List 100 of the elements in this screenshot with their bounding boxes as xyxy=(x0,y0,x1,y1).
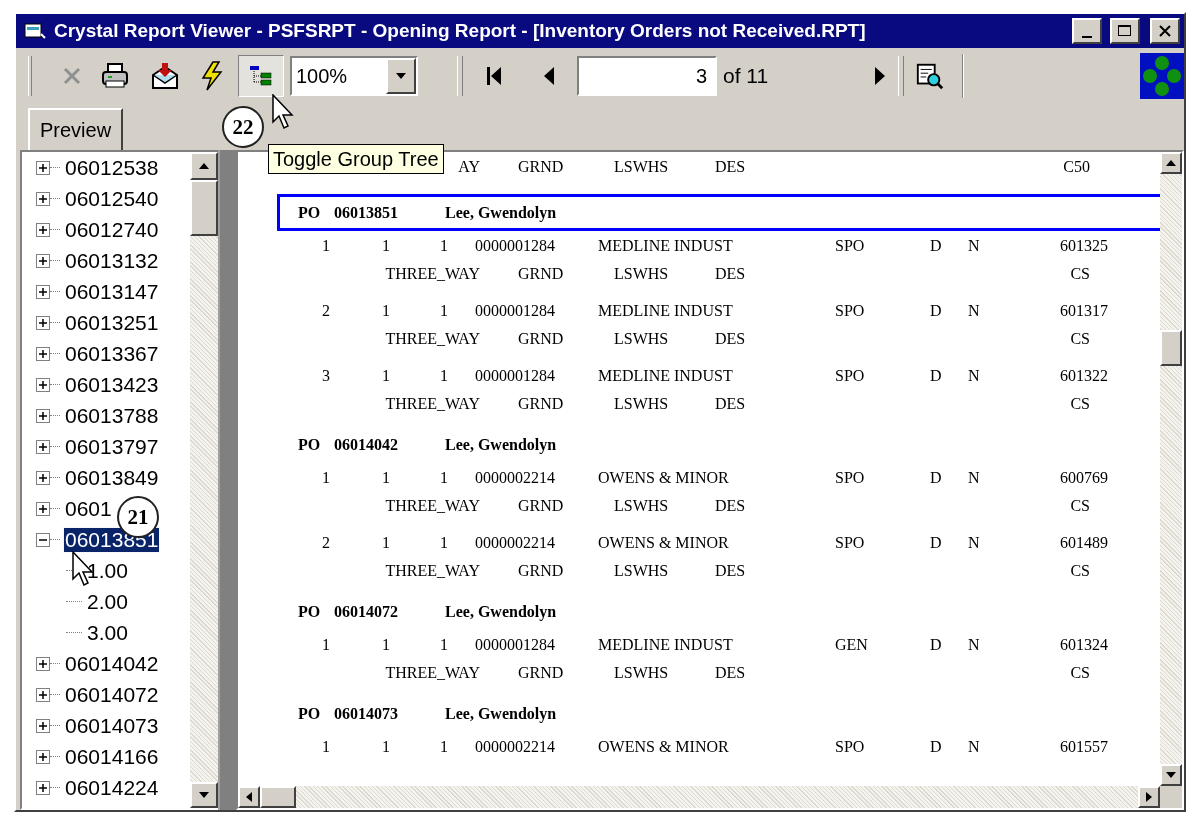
report-cell: THREE_WAY xyxy=(385,562,480,580)
expand-icon[interactable] xyxy=(36,408,50,423)
report-cell: D xyxy=(930,534,942,552)
scroll-up-button[interactable] xyxy=(190,152,218,180)
tree-item[interactable]: 2.00 xyxy=(86,589,129,614)
report-cell: 0000002214 xyxy=(475,469,555,487)
report-cell: DES xyxy=(715,158,746,176)
maximize-button[interactable] xyxy=(1110,18,1140,44)
report-cell: DES xyxy=(715,395,746,413)
tree-item[interactable]: 06012740 xyxy=(64,217,160,242)
report-cell: N xyxy=(968,237,980,255)
scroll-down-button[interactable] xyxy=(190,782,218,808)
report-cell: 601324 xyxy=(1060,636,1108,654)
report-cell: D xyxy=(930,469,942,487)
report-cell: 1 xyxy=(382,636,390,654)
minimize-icon xyxy=(1082,36,1092,38)
scroll-down-button[interactable] xyxy=(1160,764,1182,786)
tree-item[interactable]: 06014072 xyxy=(64,682,160,707)
buyer-name: Lee, Gwendolyn xyxy=(445,203,558,222)
scroll-up-button[interactable] xyxy=(1160,152,1182,174)
report-cell: D xyxy=(930,237,942,255)
expand-icon[interactable] xyxy=(36,780,50,795)
expand-icon[interactable] xyxy=(36,749,50,764)
tree-item[interactable]: 06013251 xyxy=(64,310,160,335)
tree-item[interactable]: 06013147 xyxy=(64,279,160,304)
expand-icon[interactable] xyxy=(36,377,50,392)
expand-icon[interactable] xyxy=(36,439,50,454)
tree-item[interactable]: 06014166 xyxy=(64,744,160,769)
tree-item[interactable]: 3.00 xyxy=(86,620,129,645)
tree-item[interactable]: 06013423 xyxy=(64,372,160,397)
expand-icon[interactable] xyxy=(36,222,50,237)
report-cell: N xyxy=(968,469,980,487)
tree-item[interactable]: 06013849 xyxy=(64,465,160,490)
expand-icon[interactable] xyxy=(36,191,50,206)
report-cell: SPO xyxy=(835,534,865,552)
tree-item[interactable]: 06014042 xyxy=(64,651,160,676)
buyer-name: Lee, Gwendolyn xyxy=(445,704,558,723)
po-label: PO xyxy=(298,602,322,621)
expand-icon[interactable] xyxy=(36,315,50,330)
expand-icon[interactable] xyxy=(36,346,50,361)
down-arrow-icon xyxy=(1165,770,1177,780)
tree-item[interactable]: 06013132 xyxy=(64,248,160,273)
tree-item[interactable]: 06014073 xyxy=(64,713,160,738)
scrollbar-thumb[interactable] xyxy=(260,786,296,808)
scrollbar-thumb[interactable] xyxy=(190,180,218,236)
tree-item[interactable]: 1.00 xyxy=(86,558,129,583)
tree-item[interactable]: 06014224 xyxy=(64,775,160,800)
envelope-icon xyxy=(150,61,180,91)
report-cell: C50 xyxy=(1063,158,1090,176)
report-cell: 1 xyxy=(440,738,448,756)
expand-icon[interactable] xyxy=(36,718,50,733)
expand-icon[interactable] xyxy=(36,253,50,268)
group-tree-toggle-button[interactable] xyxy=(238,55,284,97)
expand-icon[interactable] xyxy=(36,470,50,485)
tree-item[interactable]: 06013367 xyxy=(64,341,160,366)
expand-icon[interactable] xyxy=(36,160,50,175)
report-cell: 1 xyxy=(382,237,390,255)
down-arrow-icon xyxy=(198,790,210,800)
scrollbar-corner xyxy=(1160,786,1182,808)
report-cell: 601322 xyxy=(1060,367,1108,385)
up-arrow-icon xyxy=(1165,158,1177,168)
report-cell: MEDLINE INDUST xyxy=(598,367,733,385)
tree-item[interactable]: 06013788 xyxy=(64,403,160,428)
report-cell: DES xyxy=(715,265,746,283)
report-cell: MEDLINE INDUST xyxy=(598,237,733,255)
expand-icon[interactable] xyxy=(36,501,50,516)
expand-icon[interactable] xyxy=(36,687,50,702)
report-cell: 1 xyxy=(440,534,448,552)
tree-item[interactable]: 06013797 xyxy=(64,434,160,459)
preview-tab[interactable]: Preview xyxy=(28,108,124,150)
minimize-button[interactable] xyxy=(1072,18,1102,44)
report-cell: GRND xyxy=(518,395,564,413)
report-cell: D xyxy=(930,738,942,756)
scroll-left-button[interactable] xyxy=(238,786,260,808)
expand-icon[interactable] xyxy=(36,284,50,299)
report-cell: LSWHS xyxy=(614,562,669,580)
page-field[interactable]: 3 xyxy=(577,56,717,96)
report-cell: THREE_WAY xyxy=(385,265,480,283)
tree-item[interactable]: 06012538 xyxy=(64,155,160,180)
scrollbar-thumb[interactable] xyxy=(1160,330,1182,366)
report-cell: SPO xyxy=(835,237,865,255)
scrollbar[interactable] xyxy=(1160,152,1182,786)
printer-icon xyxy=(100,62,130,90)
scrollbar[interactable] xyxy=(238,786,1182,808)
report-cell: CS xyxy=(1070,265,1090,283)
close-button[interactable] xyxy=(1150,18,1180,44)
scroll-right-button[interactable] xyxy=(1138,786,1160,808)
report-cell: D xyxy=(930,302,942,320)
maximize-icon xyxy=(1117,24,1133,38)
report-cell: 0000001284 xyxy=(475,237,555,255)
collapse-icon[interactable] xyxy=(36,532,50,547)
previous-page-icon xyxy=(542,65,556,87)
report-cell: LSWHS xyxy=(614,395,669,413)
scrollbar[interactable] xyxy=(190,152,218,808)
zoom-dropdown[interactable]: 100% xyxy=(290,56,418,96)
report-cell: 601489 xyxy=(1060,534,1108,552)
expand-icon[interactable] xyxy=(36,656,50,671)
tree-item[interactable]: 0601 xyxy=(64,496,113,521)
app-icon xyxy=(24,22,46,40)
tree-item[interactable]: 06012540 xyxy=(64,186,160,211)
